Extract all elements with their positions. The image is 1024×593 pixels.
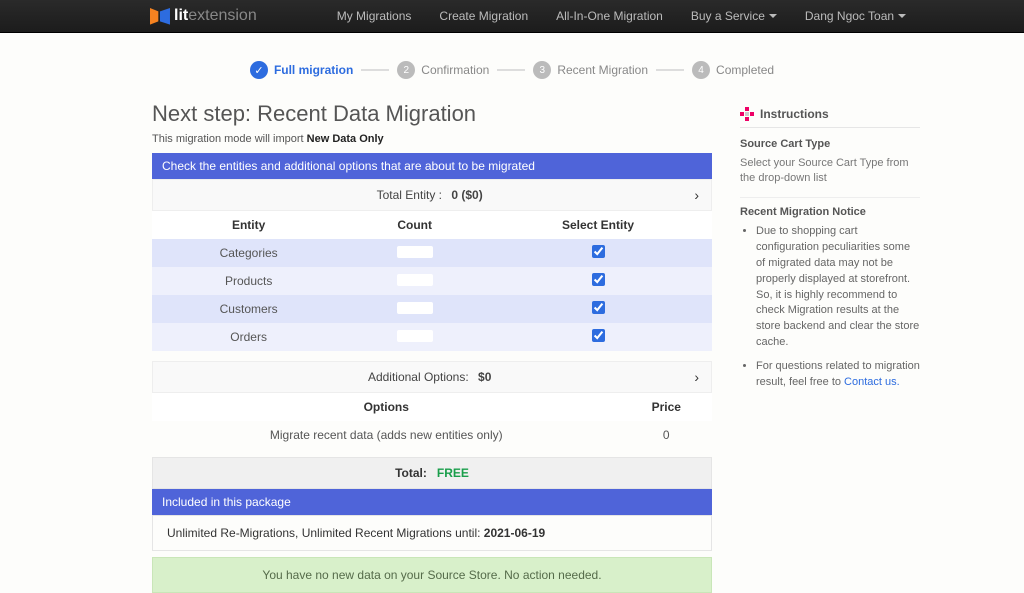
package-info: Unlimited Re-Migrations, Unlimited Recen… bbox=[152, 515, 712, 551]
caret-icon bbox=[769, 14, 777, 18]
notice-bullet: Due to shopping cart configuration pecul… bbox=[756, 224, 920, 352]
main-content: Next step: Recent Data Migration This mi… bbox=[152, 101, 712, 593]
recent-migration-notice-title: Recent Migration Notice bbox=[740, 197, 920, 218]
checkbox-orders[interactable] bbox=[592, 329, 605, 342]
page-title: Next step: Recent Data Migration bbox=[152, 101, 712, 127]
top-nav: litextension My Migrations Create Migrat… bbox=[0, 0, 1024, 33]
chevron-right-icon: › bbox=[694, 187, 699, 203]
step-confirmation: 2Confirmation bbox=[397, 61, 489, 79]
logo-icon bbox=[150, 8, 170, 24]
additional-options-toggle[interactable]: Additional Options: $0 › bbox=[152, 361, 712, 393]
nav-buy-service[interactable]: Buy a Service bbox=[691, 9, 777, 23]
notice-bullet: For questions related to migration resul… bbox=[756, 359, 920, 391]
nav-create-migration[interactable]: Create Migration bbox=[439, 9, 528, 23]
total-row: Total: FREE bbox=[152, 457, 712, 489]
table-row: Migrate recent data (adds new entities o… bbox=[152, 421, 712, 449]
table-row: Customers bbox=[152, 295, 712, 323]
col-select: Select Entity bbox=[484, 211, 712, 239]
entities-panel-header: Check the entities and additional option… bbox=[152, 153, 712, 179]
caret-icon bbox=[898, 14, 906, 18]
check-icon: ✓ bbox=[254, 64, 263, 77]
col-count: Count bbox=[345, 211, 484, 239]
instructions-sidebar: Instructions Source Cart Type Select you… bbox=[740, 101, 920, 399]
step-full-migration: ✓ Full migration bbox=[250, 61, 353, 79]
nav-all-in-one[interactable]: All-In-One Migration bbox=[556, 9, 663, 23]
nav-user-menu[interactable]: Dang Ngoc Toan bbox=[805, 9, 906, 23]
logo[interactable]: litextension bbox=[150, 7, 257, 25]
source-cart-type-title: Source Cart Type bbox=[740, 138, 920, 150]
table-row: Products bbox=[152, 267, 712, 295]
checkbox-customers[interactable] bbox=[592, 301, 605, 314]
chevron-right-icon: › bbox=[694, 369, 699, 385]
redacted-count bbox=[397, 302, 433, 314]
col-entity: Entity bbox=[152, 211, 345, 239]
redacted-count bbox=[397, 274, 433, 286]
redacted-count bbox=[397, 330, 433, 342]
entities-table: Entity Count Select Entity Categories Pr… bbox=[152, 211, 712, 351]
table-row: Orders bbox=[152, 323, 712, 351]
source-cart-type-desc: Select your Source Cart Type from the dr… bbox=[740, 156, 920, 187]
checkbox-products[interactable] bbox=[592, 273, 605, 286]
redacted-count bbox=[397, 246, 433, 258]
page-subtitle: This migration mode will import New Data… bbox=[152, 133, 712, 145]
nav-items: My Migrations Create Migration All-In-On… bbox=[337, 9, 906, 23]
logo-text: litextension bbox=[174, 7, 257, 25]
step-completed: 4Completed bbox=[692, 61, 774, 79]
no-data-alert: You have no new data on your Source Stor… bbox=[152, 557, 712, 593]
progress-stepper: ✓ Full migration 2Confirmation 3Recent M… bbox=[0, 61, 1024, 79]
checkbox-categories[interactable] bbox=[592, 245, 605, 258]
total-entity-toggle[interactable]: Total Entity : 0 ($0) › bbox=[152, 179, 712, 211]
included-header: Included in this package bbox=[152, 489, 712, 515]
instructions-icon bbox=[740, 107, 754, 121]
options-table: Options Price Migrate recent data (adds … bbox=[152, 393, 712, 449]
table-row: Categories bbox=[152, 239, 712, 267]
nav-my-migrations[interactable]: My Migrations bbox=[337, 9, 412, 23]
step-recent-migration: 3Recent Migration bbox=[533, 61, 648, 79]
contact-us-link[interactable]: Contact us. bbox=[844, 376, 900, 388]
